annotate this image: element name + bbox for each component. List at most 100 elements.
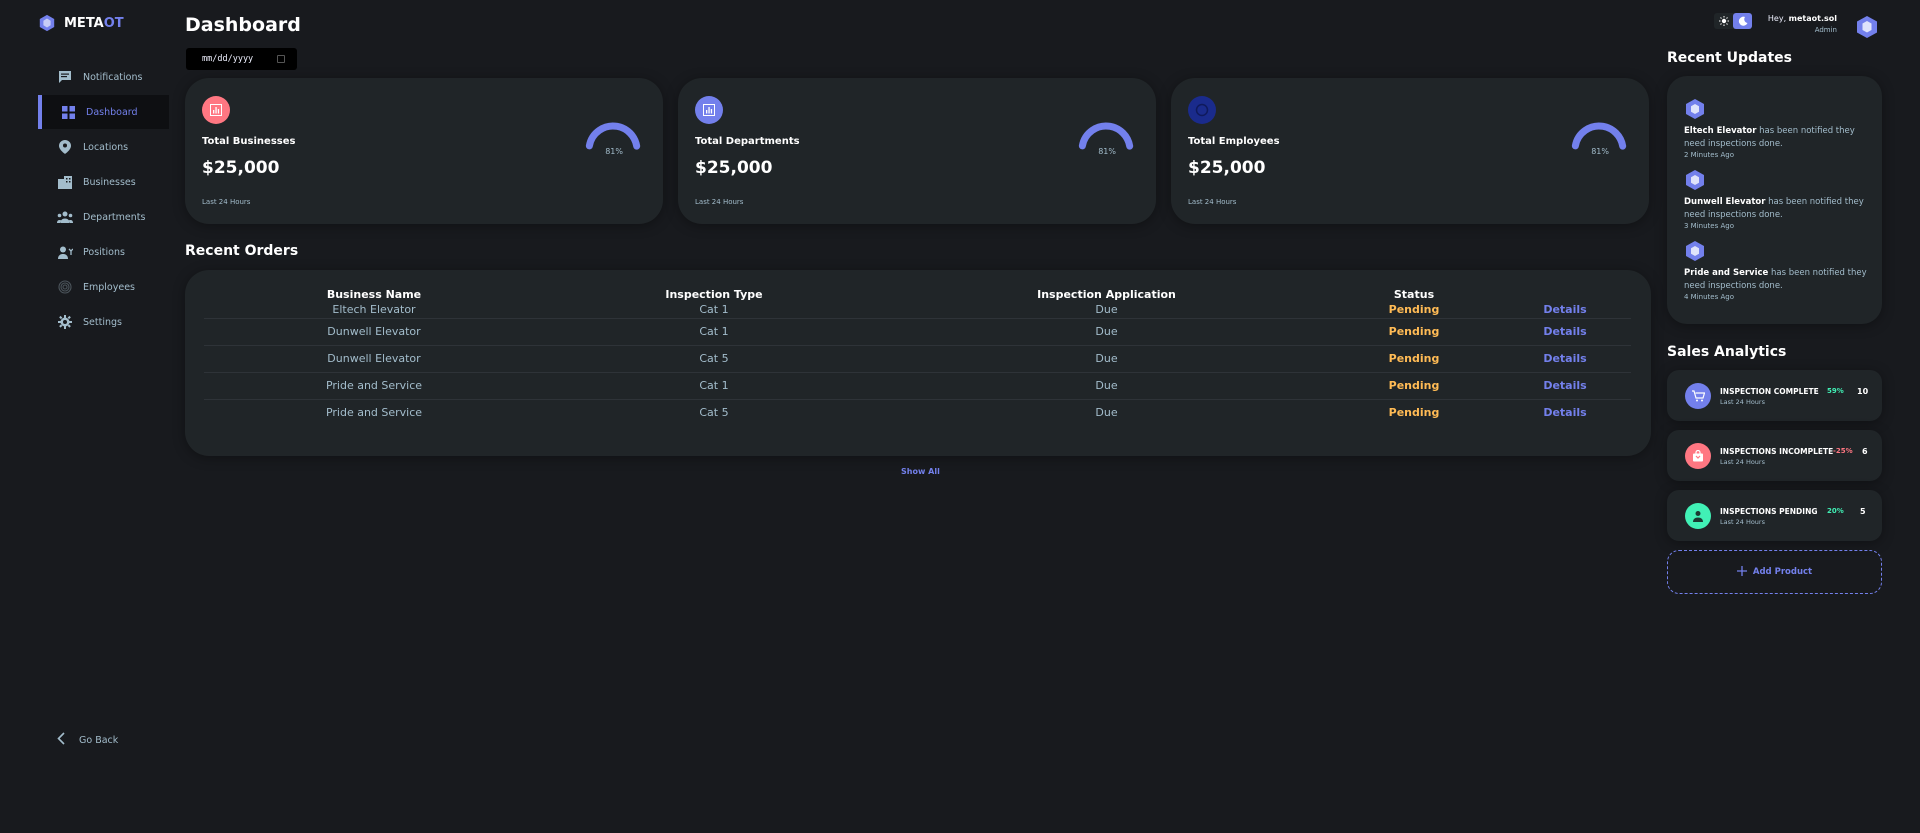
- sales-item-incomplete: INSPECTIONS INCOMPLETE Last 24 Hours -25…: [1667, 430, 1882, 481]
- add-product-button[interactable]: Add Product: [1667, 550, 1882, 594]
- sun-icon[interactable]: [1714, 13, 1733, 29]
- table-row: Pride and Service Cat 1 Due Pending Deta…: [204, 372, 1631, 400]
- details-link[interactable]: Details: [1499, 399, 1631, 426]
- details-link[interactable]: Details: [1499, 302, 1631, 319]
- stat-cards: Total Businesses $25,000 Last 24 Hours 8…: [185, 78, 1651, 224]
- person-position-icon: [57, 244, 73, 260]
- update-message: Pride and Service has been notified they…: [1684, 268, 1867, 291]
- column-header: Inspection Type: [665, 288, 763, 301]
- sidebar-item-businesses[interactable]: Businesses: [38, 165, 169, 199]
- details-link[interactable]: Details: [1499, 372, 1631, 400]
- sidebar-item-employees[interactable]: Employees: [38, 270, 169, 304]
- update-item: Dunwell Elevator has been notified they …: [1684, 169, 1869, 230]
- gauge-percent: 81%: [605, 147, 623, 156]
- cell-status: Pending: [1329, 302, 1499, 319]
- cell-type: Cat 5: [544, 345, 884, 373]
- avatar: [1686, 170, 1704, 190]
- card-value: $25,000: [1188, 158, 1266, 178]
- update-time: 4 Minutes Ago: [1684, 293, 1734, 301]
- cell-type: Cat 5: [699, 406, 729, 420]
- column-header: Business Name: [326, 288, 422, 301]
- sales-item-pending: INSPECTIONS PENDING Last 24 Hours 20% 5: [1667, 490, 1882, 541]
- details-link[interactable]: Details: [1499, 318, 1631, 346]
- sales-count: 5: [1860, 507, 1866, 516]
- column-header: Inspection Application: [1037, 288, 1176, 301]
- details-link[interactable]: Details: [1499, 345, 1631, 373]
- buildings-icon: [57, 174, 73, 190]
- stat-card-employees: Total Employees $25,000 Last 24 Hours 81…: [1171, 78, 1649, 224]
- sidebar-item-label: Businesses: [83, 176, 136, 188]
- update-item: Eltech Elevator has been notified they n…: [1684, 98, 1869, 159]
- cell-status: Pending: [1388, 406, 1440, 420]
- cell-application: Due: [1095, 406, 1118, 420]
- cell-application: Due: [884, 345, 1329, 373]
- avatar[interactable]: [1855, 15, 1879, 39]
- sales-item-complete: INSPECTION COMPLETE Last 24 Hours 59% 10: [1667, 370, 1882, 421]
- sidebar-item-label: Dashboard: [86, 106, 138, 118]
- sales-count: 10: [1857, 387, 1869, 396]
- recent-orders-title: Recent Orders: [185, 243, 299, 259]
- avatar: [1686, 99, 1704, 119]
- sales-timeframe: Last 24 Hours: [1720, 518, 1765, 526]
- card-timeframe: Last 24 Hours: [695, 198, 744, 206]
- moon-icon[interactable]: [1733, 13, 1752, 29]
- orders-table: Business Name Inspection Type Inspection…: [204, 287, 1631, 426]
- profile-role: Admin: [1814, 26, 1837, 34]
- cell-business: Dunwell Elevator: [204, 318, 544, 346]
- recent-orders-table-card: Business Name Inspection Type Inspection…: [185, 270, 1651, 456]
- sales-timeframe: Last 24 Hours: [1720, 458, 1765, 466]
- show-all-link[interactable]: Show All: [901, 467, 940, 476]
- groups-icon: [57, 209, 73, 225]
- cell-business: Dunwell Elevator: [204, 345, 544, 373]
- sales-timeframe: Last 24 Hours: [1720, 398, 1765, 406]
- sidebar: METAOT Notifications Dashboard Locations…: [0, 0, 170, 833]
- cell-status: Pending: [1329, 345, 1499, 373]
- update-message: Eltech Elevator has been notified they n…: [1684, 126, 1855, 149]
- cell-business: Pride and Service: [325, 406, 423, 420]
- table-row: Eltech Elevator Cat 1 Due Pending Detail…: [204, 302, 1631, 319]
- bar-chart-icon: [202, 96, 230, 124]
- update-time: 3 Minutes Ago: [1684, 222, 1734, 230]
- cell-application: Due: [884, 302, 1329, 319]
- sidebar-item-label: Departments: [83, 211, 146, 223]
- logo[interactable]: METAOT: [38, 14, 124, 32]
- update-item: Pride and Service has been notified they…: [1684, 240, 1869, 301]
- cell-type: Cat 1: [544, 372, 884, 400]
- sidebar-item-label: Positions: [83, 246, 125, 258]
- table-header-row: Business Name Inspection Type Inspection…: [204, 287, 1631, 302]
- card-timeframe: Last 24 Hours: [202, 198, 251, 206]
- sidebar-item-label: Locations: [83, 141, 129, 153]
- sales-percent: -25%: [1833, 447, 1853, 455]
- sales-count: 6: [1862, 447, 1868, 456]
- cell-type: Cat 1: [544, 318, 884, 346]
- card-value: $25,000: [695, 158, 773, 178]
- date-input[interactable]: mm/dd/yyyy: [186, 48, 297, 70]
- cell-status: Pending: [1329, 318, 1499, 346]
- sidebar-item-locations[interactable]: Locations: [38, 130, 169, 164]
- gear-icon: [57, 314, 73, 330]
- sidebar-item-dashboard[interactable]: Dashboard: [38, 95, 169, 129]
- plus-icon: [1736, 565, 1747, 579]
- sidebar-item-label: Settings: [83, 316, 122, 328]
- sidebar-item-notifications[interactable]: Notifications: [38, 60, 169, 94]
- fingerprint-icon: [57, 279, 73, 295]
- cell-application: Due: [884, 318, 1329, 346]
- profile-username: metaot.sol: [1788, 14, 1837, 23]
- profile-greeting: Hey, metaot.sol: [1767, 14, 1837, 23]
- grid-icon: [60, 104, 76, 120]
- location-pin-icon: [57, 139, 73, 155]
- sidebar-item-positions[interactable]: Positions: [38, 235, 169, 269]
- cell-business: Eltech Elevator: [204, 302, 544, 319]
- sidebar-item-settings[interactable]: Settings: [38, 305, 169, 339]
- bar-chart-icon: [695, 96, 723, 124]
- go-back-label: Go Back: [79, 734, 119, 746]
- card-label: Total Employees: [1188, 136, 1280, 147]
- sidebar-nav: Notifications Dashboard Locations Busine…: [38, 60, 169, 340]
- stat-card-departments: Total Departments $25,000 Last 24 Hours …: [678, 78, 1156, 224]
- go-back-button[interactable]: Go Back: [57, 732, 118, 748]
- calendar-icon[interactable]: [277, 55, 286, 63]
- circle-icon: [1188, 96, 1216, 124]
- theme-toggle[interactable]: [1714, 13, 1752, 29]
- sidebar-item-departments[interactable]: Departments: [38, 200, 169, 234]
- recent-updates-card: Eltech Elevator has been notified they n…: [1667, 76, 1882, 324]
